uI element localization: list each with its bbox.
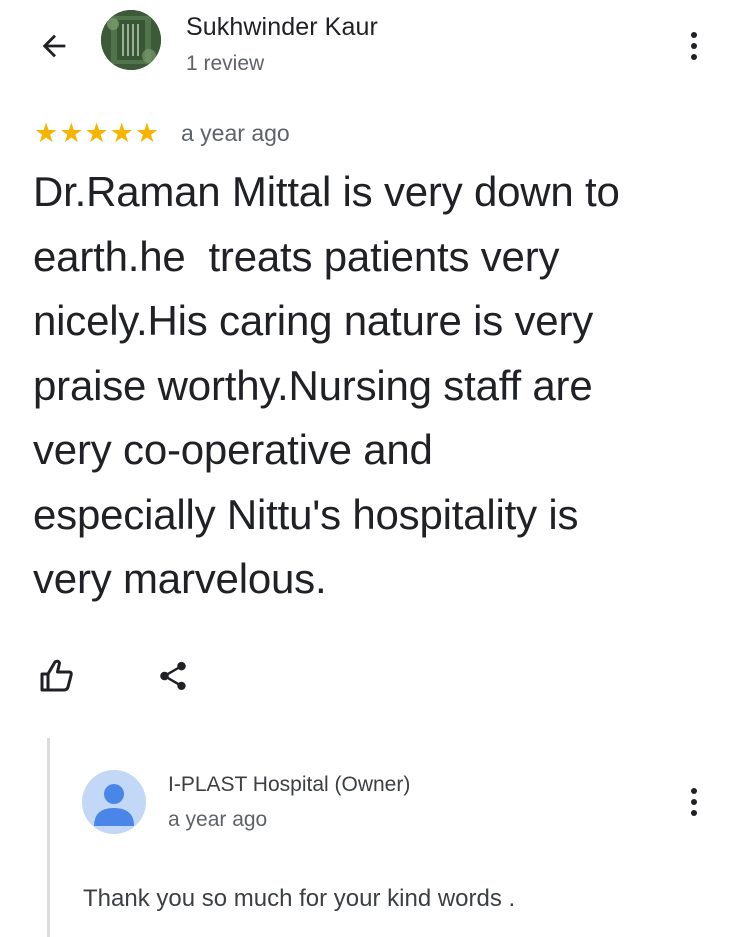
more-vertical-icon <box>691 788 697 816</box>
reply-divider <box>47 738 50 937</box>
more-options-button[interactable] <box>668 20 720 72</box>
star-icon: ★ <box>59 118 84 149</box>
arrow-back-icon <box>42 34 66 58</box>
like-button[interactable] <box>30 650 82 702</box>
thumb-up-icon <box>40 659 73 692</box>
person-icon <box>94 784 134 826</box>
star-icon: ★ <box>109 118 134 149</box>
owner-reply-text: Thank you so much for your kind words . <box>83 885 516 912</box>
star-rating: ★ ★ ★ ★ ★ <box>34 120 159 147</box>
author-name[interactable]: Sukhwinder Kaur <box>186 13 378 42</box>
owner-avatar <box>82 770 146 834</box>
author-review-count: 1 review <box>186 52 265 75</box>
review-time: a year ago <box>181 120 290 146</box>
author-avatar[interactable] <box>101 10 161 70</box>
share-button[interactable] <box>147 650 199 702</box>
star-icon: ★ <box>34 118 59 149</box>
star-icon: ★ <box>134 118 160 149</box>
share-icon <box>160 661 186 691</box>
owner-name: I-PLAST Hospital (Owner) <box>168 773 411 796</box>
star-icon: ★ <box>84 118 109 149</box>
reply-more-options-button[interactable] <box>668 776 720 828</box>
owner-reply-time: a year ago <box>168 808 268 831</box>
author-photo <box>101 10 161 70</box>
more-vertical-icon <box>691 32 697 60</box>
review-text: Dr.Raman Mittal is very down to earth.he… <box>33 168 620 602</box>
back-button[interactable] <box>28 20 80 72</box>
